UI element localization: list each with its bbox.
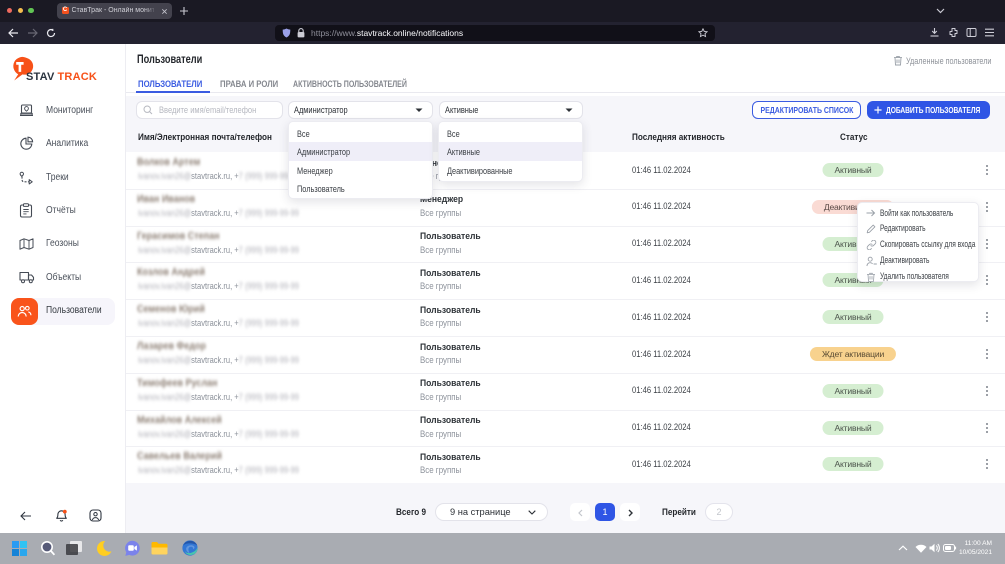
- svg-text:STAV: STAV: [26, 71, 55, 83]
- svg-text:TRACK: TRACK: [58, 71, 98, 83]
